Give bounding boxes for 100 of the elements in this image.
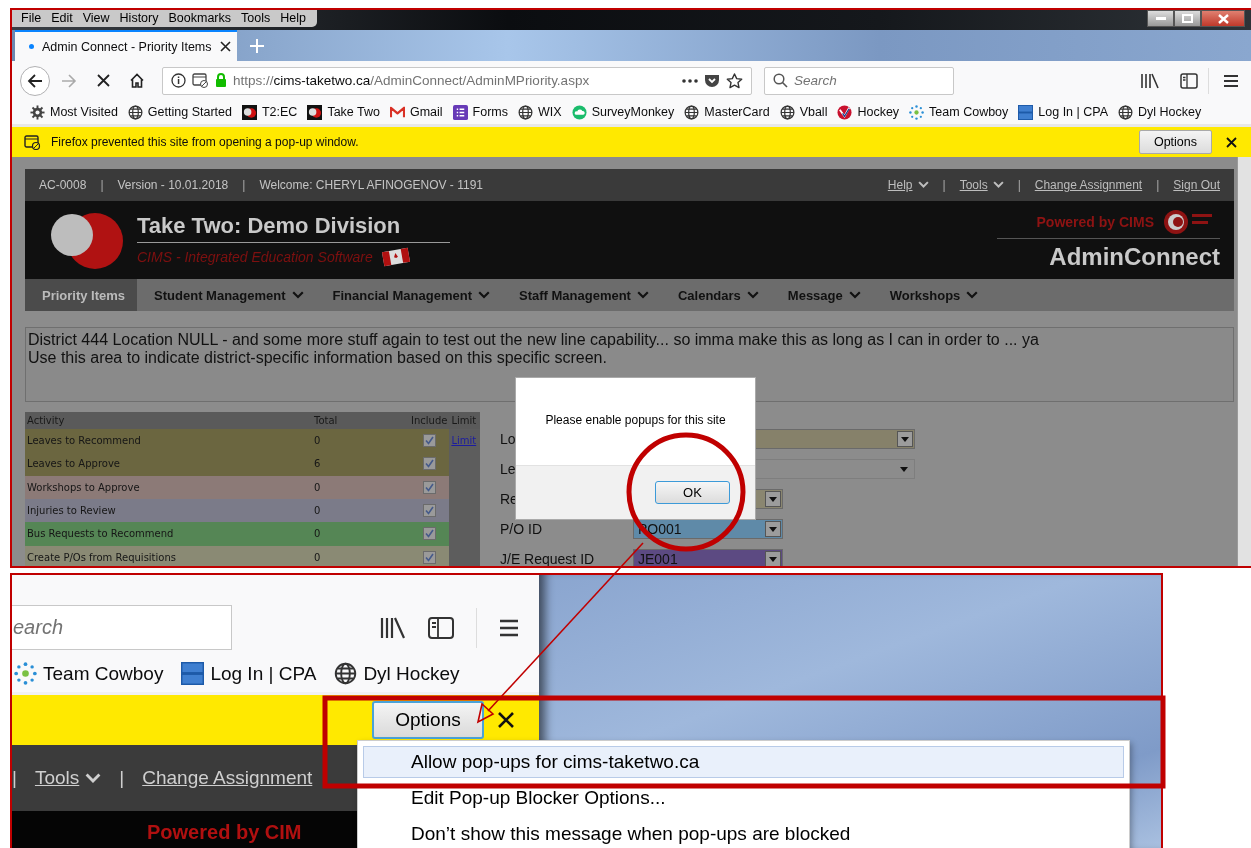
- nav-item[interactable]: Student Management: [137, 279, 316, 311]
- field-label: Le: [500, 461, 516, 477]
- table-cell: 0: [312, 428, 409, 453]
- nav-item[interactable]: Staff Management: [502, 279, 661, 311]
- menu-item[interactable]: View: [77, 11, 115, 25]
- menu-item[interactable]: Don’t show this message when pop-ups are blocked: [363, 818, 1124, 848]
- star-icon[interactable]: [726, 72, 743, 89]
- browser-tab[interactable]: Admin Connect - Priority Items: [15, 30, 237, 61]
- globe-icon: [1118, 104, 1134, 120]
- bookmark-link[interactable]: Log In | CPA: [181, 662, 317, 685]
- bookmark-link[interactable]: SurveyMonkey: [571, 104, 675, 120]
- checkmark-icon: [424, 529, 434, 539]
- nav-item[interactable]: Workshops: [872, 279, 991, 311]
- maximize-button[interactable]: [1174, 10, 1201, 27]
- notice-text: District 444 Location NULL - and some more stuff again to test out the new line capability... so imma make this as long as I can in order to ... ya: [28, 331, 1040, 349]
- menu-item[interactable]: Help: [275, 11, 311, 25]
- chevron-down-icon: [917, 181, 929, 189]
- menu-item[interactable]: Tools: [236, 11, 276, 25]
- bookmark-link[interactable]: Vball: [779, 104, 828, 120]
- back-button[interactable]: [20, 65, 50, 96]
- checkbox[interactable]: [422, 550, 436, 564]
- field-label: J/E Request ID: [500, 551, 595, 566]
- table-cell: 6: [312, 452, 409, 476]
- bookmark-link[interactable]: T2:EC: [241, 104, 298, 120]
- table-cell: Leaves to Recommend: [25, 428, 312, 453]
- info-text: Version - 10.01.2018: [117, 178, 229, 192]
- more-icon[interactable]: [682, 78, 698, 83]
- nav-item[interactable]: Message: [770, 279, 873, 311]
- library-icon[interactable]: [1140, 72, 1160, 89]
- bookmark-link[interactable]: Team Cowboy: [909, 104, 1009, 120]
- table-cell: 0: [312, 522, 409, 546]
- cloud-icon: [571, 104, 587, 120]
- options-button[interactable]: Options: [372, 701, 484, 739]
- pocket-icon[interactable]: [704, 73, 720, 88]
- checkbox[interactable]: [422, 480, 436, 494]
- close-bar-button[interactable]: [498, 712, 514, 728]
- search-field[interactable]: Search: [764, 66, 954, 95]
- menu-item[interactable]: Allow pop-ups for cims-taketwo.ca: [363, 746, 1124, 778]
- table-cell: 0: [312, 545, 409, 566]
- checkbox[interactable]: [422, 527, 436, 541]
- menu-item[interactable]: Edit: [46, 11, 78, 25]
- bookmark-link[interactable]: Team Cowboy: [14, 662, 164, 685]
- menu-item[interactable]: Bookmarks: [163, 11, 236, 25]
- checkbox[interactable]: [422, 457, 436, 471]
- column-header: Limit: [449, 412, 480, 429]
- checkmark-icon: [424, 436, 434, 446]
- sidebar-icon[interactable]: [428, 616, 454, 639]
- menu-link[interactable]: Tools: [34, 767, 102, 789]
- header-link[interactable]: Sign Out: [1173, 178, 1220, 192]
- table-cell: 0: [312, 498, 409, 523]
- checkmark-icon: [424, 552, 434, 562]
- menu-icon[interactable]: [1223, 73, 1239, 88]
- info-text: AC-0008: [39, 178, 87, 192]
- bookmark-link[interactable]: Dyl Hockey: [1118, 104, 1202, 120]
- nav-item[interactable]: Financial Management: [315, 279, 502, 311]
- column-header: Total: [312, 412, 409, 429]
- checkbox[interactable]: [422, 434, 436, 448]
- close-button[interactable]: [1201, 10, 1245, 27]
- bookmark-link[interactable]: Getting Started: [127, 104, 232, 120]
- bookmark-link[interactable]: Dyl Hockey: [334, 662, 460, 685]
- scrollbar[interactable]: [1237, 157, 1251, 566]
- home-icon: [129, 73, 145, 88]
- sidebar-icon[interactable]: [1180, 72, 1198, 89]
- options-button[interactable]: Options: [1138, 130, 1212, 154]
- menu-item[interactable]: History: [114, 11, 164, 25]
- checkbox[interactable]: [422, 504, 436, 518]
- bookmark-link[interactable]: Take Two: [307, 104, 380, 120]
- maximize-icon: [1182, 14, 1193, 23]
- menu-link[interactable]: Tools: [959, 178, 1004, 192]
- menu-link[interactable]: Help: [887, 178, 929, 192]
- header-link[interactable]: Change Assignment: [1034, 178, 1143, 192]
- minimize-button[interactable]: [1147, 10, 1174, 27]
- menu-item[interactable]: Edit Pop-up Blocker Options...: [363, 782, 1124, 814]
- address-field[interactable]: https://cims-taketwo.ca/AdminConnect/AdminMPriority.aspx: [162, 66, 752, 95]
- globe-icon: [779, 104, 795, 120]
- bookmark-link[interactable]: MasterCard: [684, 104, 770, 120]
- separator-text: |: [242, 178, 246, 192]
- info-icon[interactable]: [171, 73, 186, 88]
- close-tab-button[interactable]: [220, 41, 231, 52]
- bookmark-link[interactable]: Most Visited: [30, 104, 118, 120]
- separator-text: |: [1156, 178, 1160, 192]
- header-link[interactable]: Change Assignment: [142, 767, 313, 789]
- close-bar-button[interactable]: [1226, 136, 1237, 148]
- search-field[interactable]: earch: [12, 605, 232, 650]
- bookmark-link[interactable]: Forms: [452, 104, 509, 120]
- library-icon[interactable]: [380, 616, 406, 639]
- nav-item[interactable]: Calendars: [660, 279, 771, 311]
- forward-arrow-icon: [61, 73, 77, 88]
- ok-button[interactable]: OK: [655, 481, 730, 504]
- menu-icon[interactable]: [499, 618, 519, 637]
- dots-icon: [909, 104, 925, 120]
- blocked-popup-icon[interactable]: [192, 73, 209, 88]
- bookmark-link[interactable]: WIX: [518, 104, 562, 120]
- nav-item[interactable]: Priority Items: [25, 279, 138, 311]
- bookmark-link[interactable]: Gmail: [389, 104, 443, 120]
- bookmark-link[interactable]: Hockey: [837, 104, 900, 120]
- dialog-message: Please enable popups for this site: [545, 412, 726, 427]
- menu-item[interactable]: File: [16, 11, 47, 25]
- bookmark-link[interactable]: Log In | CPA: [1018, 104, 1109, 120]
- close-icon: [220, 41, 231, 52]
